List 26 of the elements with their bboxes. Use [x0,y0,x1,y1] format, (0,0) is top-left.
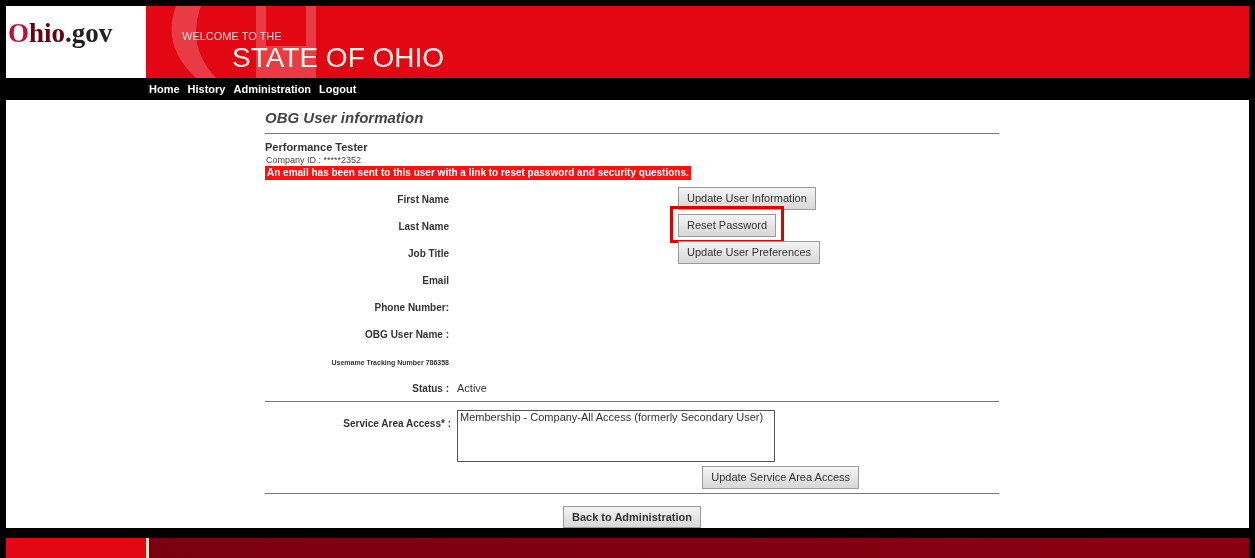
nav-link[interactable]: Logout [319,80,357,98]
company-id: Company ID : *****2352 [265,154,362,166]
field-label: Phone Number: [374,301,449,313]
field-label: Email [422,274,449,286]
field-label: Status : [412,382,449,394]
field-label: Last Name [398,220,449,232]
field-label: OBG User Name : [365,328,449,340]
action-button[interactable]: Update User Information [678,187,816,210]
field-label: First Name [397,193,449,205]
back-button[interactable]: Back to Administration [563,505,701,528]
alert-message: An email has been sent to this user with a link to reset password and security questions. [265,166,691,180]
welcome-text: WELCOME TO THE [182,30,282,42]
state-title: STATE OF OHIO [232,44,445,72]
action-button[interactable]: Reset Password [678,214,777,237]
page-title: OBG User information [265,109,424,126]
nav-link[interactable]: History [187,80,226,98]
action-button[interactable]: Update User Preferences [678,241,821,264]
field-label: Job Title [408,247,449,259]
field-label: Service Area Access* : [343,418,451,429]
nav-link[interactable]: Home [149,80,180,98]
status-value: Active [457,381,487,394]
nav-link[interactable]: Administration [233,80,312,98]
user-name: Performance Tester [265,140,368,154]
update-service-area-button[interactable]: Update Service Area Access [702,466,859,489]
service-area-list[interactable]: Membership - Company-All Access (formerly Secondary User) [457,410,775,462]
site-logo[interactable]: Ohio.gov [8,20,113,47]
